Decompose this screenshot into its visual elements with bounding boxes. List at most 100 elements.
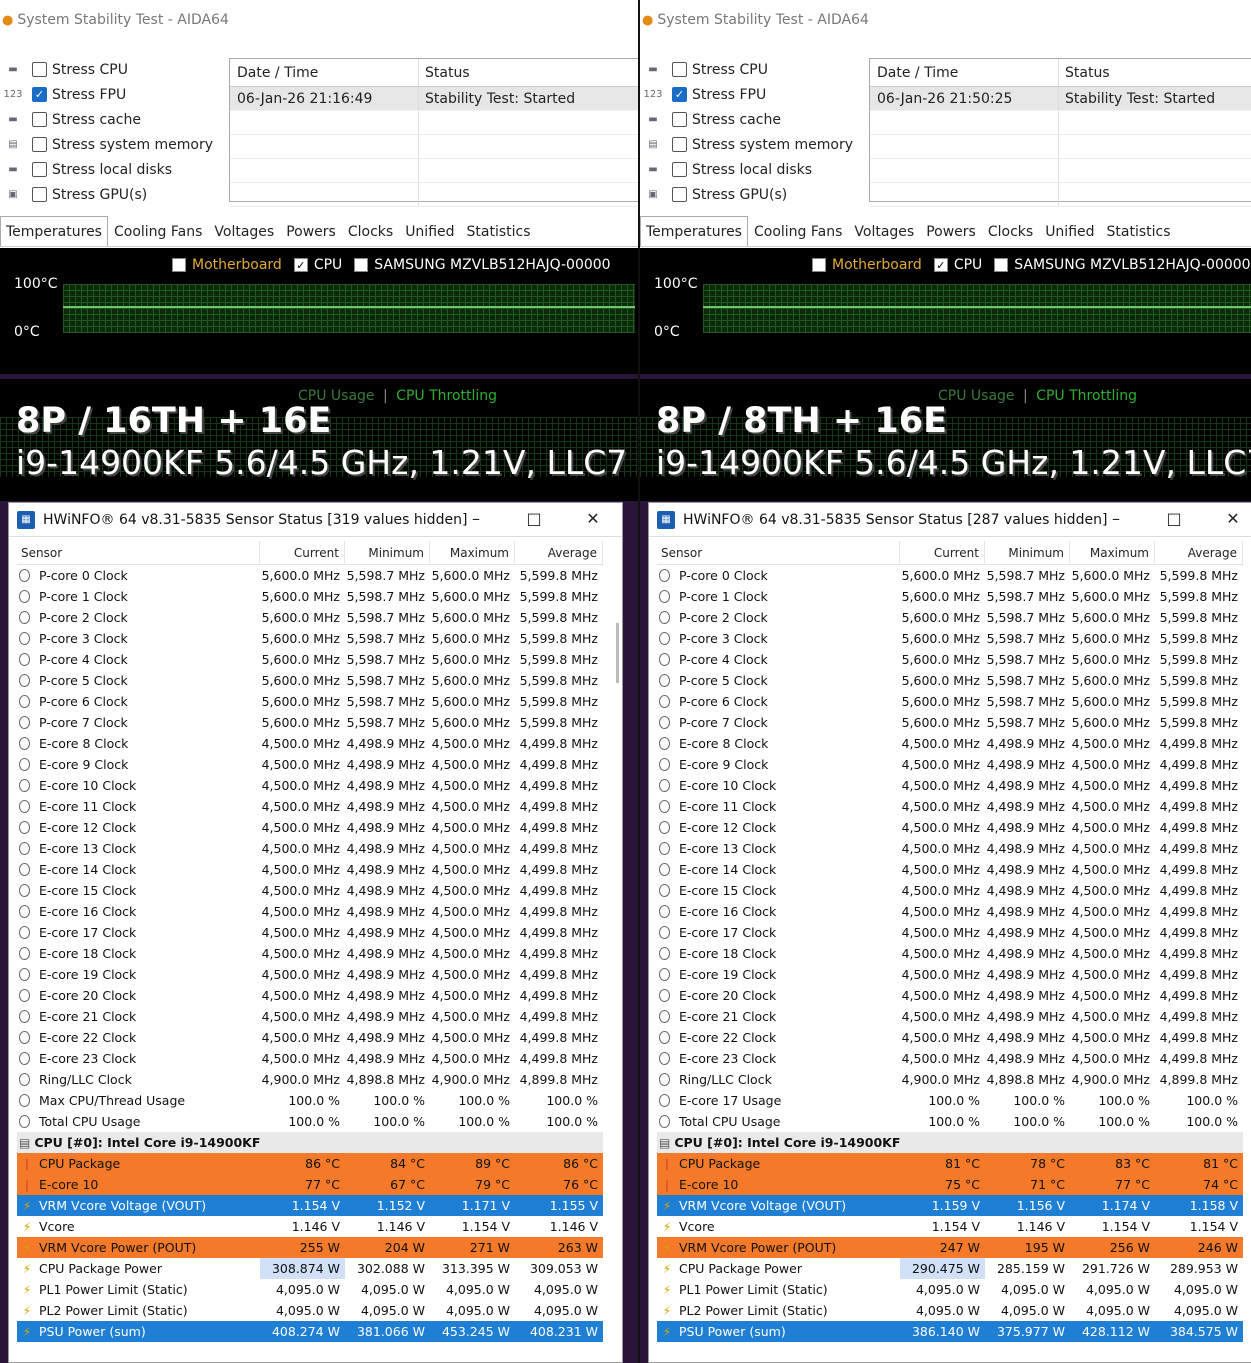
tab-clocks[interactable]: Clocks [982, 218, 1039, 246]
close-icon[interactable]: ✕ [583, 509, 603, 528]
sensor-row[interactable]: ⚡ PL2 Power Limit (Static) 4,095.0 W 4,095.… [657, 1300, 1243, 1321]
sensor-row[interactable]: P-core 2 Clock 5,600.0 MHz 5,598.7 MHz 5,60… [17, 607, 603, 628]
sensor-row[interactable]: ⚡ Vcore 1.154 V 1.146 V 1.154 V 1.154 V [657, 1216, 1243, 1237]
col-average[interactable]: Average [515, 541, 603, 564]
sensor-row[interactable]: E-core 17 Clock 4,500.0 MHz 4,498.9 MHz 4,5… [657, 922, 1243, 943]
sensor-row[interactable]: P-core 4 Clock 5,600.0 MHz 5,598.7 MHz 5,60… [17, 649, 603, 670]
sensor-row[interactable]: Total CPU Usage 100.0 % 100.0 % 100.0 % 100.… [17, 1111, 603, 1132]
sensor-row[interactable]: E-core 21 Clock 4,500.0 MHz 4,498.9 MHz 4,5… [657, 1006, 1243, 1027]
stress-checkbox[interactable] [32, 62, 47, 77]
sensor-row[interactable]: E-core 9 Clock 4,500.0 MHz 4,498.9 MHz 4,50… [657, 754, 1243, 775]
sensor-row[interactable]: P-core 0 Clock 5,600.0 MHz 5,598.7 MHz 5,60… [657, 565, 1243, 586]
sensor-group-header[interactable]: ▤CPU [#0]: Intel Core i9-14900KF: Enhanc… [657, 1132, 1243, 1153]
tab-voltages[interactable]: Voltages [848, 218, 920, 246]
sensor-row[interactable]: E-core 20 Clock 4,500.0 MHz 4,498.9 MHz 4,5… [657, 985, 1243, 1006]
sensor-row[interactable]: Ring/LLC Clock 4,900.0 MHz 4,898.8 MHz 4,90… [657, 1069, 1243, 1090]
sensor-row[interactable]: E-core 18 Clock 4,500.0 MHz 4,498.9 MHz 4,5… [657, 943, 1243, 964]
sensor-row[interactable]: E-core 22 Clock 4,500.0 MHz 4,498.9 MHz 4,5… [17, 1027, 603, 1048]
sensor-row[interactable]: P-core 1 Clock 5,600.0 MHz 5,598.7 MHz 5,60… [17, 586, 603, 607]
log-date-header[interactable]: Date / Time [870, 59, 1059, 86]
maximize-icon[interactable]: □ [524, 509, 544, 528]
col-minimum[interactable]: Minimum [985, 541, 1070, 564]
sensor-row[interactable]: E-core 23 Clock 4,500.0 MHz 4,498.9 MHz 4,5… [17, 1048, 603, 1069]
tab-unified[interactable]: Unified [1039, 218, 1100, 246]
log-row[interactable]: 06-Jan-26 21:16:49 Stability Test: Start… [230, 87, 638, 111]
sensor-row[interactable]: ⚡ VRM Vcore Power (POUT) 255 W 204 W 271 W 26… [17, 1237, 603, 1258]
log-date-header[interactable]: Date / Time [230, 59, 419, 86]
sensor-row[interactable]: E-core 11 Clock 4,500.0 MHz 4,498.9 MHz 4,5… [657, 796, 1243, 817]
sensor-row[interactable]: E-core 16 Clock 4,500.0 MHz 4,498.9 MHz 4,5… [657, 901, 1243, 922]
close-icon[interactable]: ✕ [1223, 509, 1243, 528]
stress-checkbox[interactable] [672, 112, 687, 127]
sensor-row[interactable]: E-core 23 Clock 4,500.0 MHz 4,498.9 MHz 4,5… [657, 1048, 1243, 1069]
legend-checkbox[interactable]: ✓ [293, 258, 308, 272]
legend-checkbox[interactable] [812, 258, 826, 272]
minimize-icon[interactable]: – [1106, 509, 1126, 528]
tab-cooling-fans[interactable]: Cooling Fans [748, 218, 848, 246]
sensor-row[interactable]: E-core 15 Clock 4,500.0 MHz 4,498.9 MHz 4,5… [657, 880, 1243, 901]
sensor-row[interactable]: Max CPU/Thread Usage 100.0 % 100.0 % 100.0 … [17, 1090, 603, 1111]
sensor-row[interactable]: E-core 10 Clock 4,500.0 MHz 4,498.9 MHz 4,5… [17, 775, 603, 796]
maximize-icon[interactable]: □ [1164, 509, 1184, 528]
stress-option[interactable]: ▬ Stress cache [0, 107, 225, 132]
tab-powers[interactable]: Powers [280, 218, 342, 246]
sensor-row[interactable]: ∣ CPU Package 81 °C 78 °C 83 °C 81 °C [657, 1153, 1243, 1174]
sensor-row[interactable]: E-core 8 Clock 4,500.0 MHz 4,498.9 MHz 4,50… [657, 733, 1243, 754]
col-average[interactable]: Average [1155, 541, 1243, 564]
legend-checkbox[interactable] [172, 258, 186, 272]
tab-voltages[interactable]: Voltages [208, 218, 280, 246]
sensor-row[interactable]: ⚡ Vcore 1.146 V 1.146 V 1.154 V 1.146 V [17, 1216, 603, 1237]
sensor-row[interactable]: E-core 10 Clock 4,500.0 MHz 4,498.9 MHz 4,5… [657, 775, 1243, 796]
log-status-header[interactable]: Status [1059, 59, 1251, 86]
sensor-row[interactable]: ⚡ CPU Package Power 308.874 W 302.088 W 313.… [17, 1258, 603, 1279]
sensor-row[interactable]: ⚡ PL1 Power Limit (Static) 4,095.0 W 4,095.… [17, 1279, 603, 1300]
stress-checkbox[interactable] [672, 162, 687, 177]
sensor-row[interactable]: E-core 11 Clock 4,500.0 MHz 4,498.9 MHz 4,5… [17, 796, 603, 817]
sensor-row[interactable]: ∣ E-core 10 75 °C 71 °C 77 °C 74 °C [657, 1174, 1243, 1195]
stress-option[interactable]: ▣ Stress GPU(s) [0, 182, 225, 207]
sensor-row[interactable]: ⚡ PSU Power (sum) 386.140 W 375.977 W 428.11… [657, 1321, 1243, 1342]
sensor-row[interactable]: E-core 18 Clock 4,500.0 MHz 4,498.9 MHz 4,5… [17, 943, 603, 964]
stress-option[interactable]: ▬ Stress local disks [640, 157, 865, 182]
sensor-row[interactable]: E-core 15 Clock 4,500.0 MHz 4,498.9 MHz 4,5… [17, 880, 603, 901]
sensor-row[interactable]: P-core 7 Clock 5,600.0 MHz 5,598.7 MHz 5,60… [657, 712, 1243, 733]
tab-statistics[interactable]: Statistics [461, 218, 537, 246]
sensor-row[interactable]: E-core 19 Clock 4,500.0 MHz 4,498.9 MHz 4,5… [657, 964, 1243, 985]
sensor-row[interactable]: Ring/LLC Clock 4,900.0 MHz 4,898.8 MHz 4,90… [17, 1069, 603, 1090]
sensor-row[interactable]: Total CPU Usage 100.0 % 100.0 % 100.0 % 100.… [657, 1111, 1243, 1132]
tab-statistics[interactable]: Statistics [1101, 218, 1177, 246]
sensor-group-header[interactable]: ▤CPU [#0]: Intel Core i9-14900KF: Enhanc… [17, 1132, 603, 1153]
sensor-row[interactable]: E-core 17 Usage 100.0 % 100.0 % 100.0 % 100.… [657, 1090, 1243, 1111]
tab-temperatures[interactable]: Temperatures [640, 216, 748, 246]
stress-option[interactable]: 123 ✓ Stress FPU [0, 82, 225, 107]
sensor-row[interactable]: E-core 22 Clock 4,500.0 MHz 4,498.9 MHz 4,5… [657, 1027, 1243, 1048]
tab-unified[interactable]: Unified [399, 218, 460, 246]
sensor-row[interactable]: E-core 13 Clock 4,500.0 MHz 4,498.9 MHz 4,5… [17, 838, 603, 859]
sensor-row[interactable]: E-core 20 Clock 4,500.0 MHz 4,498.9 MHz 4,5… [17, 985, 603, 1006]
stress-option[interactable]: ▬ Stress cache [640, 107, 865, 132]
stress-checkbox[interactable]: ✓ [32, 87, 47, 102]
sensor-row[interactable]: ⚡ PSU Power (sum) 408.274 W 381.066 W 453.24… [17, 1321, 603, 1342]
sensor-row[interactable]: P-core 5 Clock 5,600.0 MHz 5,598.7 MHz 5,60… [657, 670, 1243, 691]
tab-clocks[interactable]: Clocks [342, 218, 399, 246]
tab-cooling-fans[interactable]: Cooling Fans [108, 218, 208, 246]
log-row[interactable]: 06-Jan-26 21:50:25 Stability Test: Start… [870, 87, 1251, 111]
col-maximum[interactable]: Maximum [1070, 541, 1155, 564]
tab-temperatures[interactable]: Temperatures [0, 216, 108, 246]
stress-checkbox[interactable] [32, 187, 47, 202]
sensor-row[interactable]: P-core 2 Clock 5,600.0 MHz 5,598.7 MHz 5,60… [657, 607, 1243, 628]
sensor-row[interactable]: ⚡ VRM Vcore Voltage (VOUT) 1.159 V 1.156 V1… [657, 1195, 1243, 1216]
sensor-row[interactable]: P-core 3 Clock 5,600.0 MHz 5,598.7 MHz 5,60… [657, 628, 1243, 649]
stress-option[interactable]: ▬ Stress CPU [640, 57, 865, 82]
sensor-row[interactable]: E-core 17 Clock 4,500.0 MHz 4,498.9 MHz 4,5… [17, 922, 603, 943]
sensor-row[interactable]: P-core 6 Clock 5,600.0 MHz 5,598.7 MHz 5,60… [657, 691, 1243, 712]
stress-option[interactable]: ▬ Stress CPU [0, 57, 225, 82]
scrollbar-thumb[interactable] [616, 623, 619, 683]
sensor-row[interactable]: ⚡ VRM Vcore Power (POUT) 247 W 195 W 256 W 24… [657, 1237, 1243, 1258]
col-minimum[interactable]: Minimum [345, 541, 430, 564]
sensor-row[interactable]: E-core 13 Clock 4,500.0 MHz 4,498.9 MHz 4,5… [657, 838, 1243, 859]
sensor-row[interactable]: E-core 12 Clock 4,500.0 MHz 4,498.9 MHz 4,5… [17, 817, 603, 838]
sensor-row[interactable]: E-core 8 Clock 4,500.0 MHz 4,498.9 MHz 4,50… [17, 733, 603, 754]
sensor-row[interactable]: ∣ E-core 10 77 °C 67 °C 79 °C 76 °C [17, 1174, 603, 1195]
sensor-row[interactable]: E-core 21 Clock 4,500.0 MHz 4,498.9 MHz 4,5… [17, 1006, 603, 1027]
